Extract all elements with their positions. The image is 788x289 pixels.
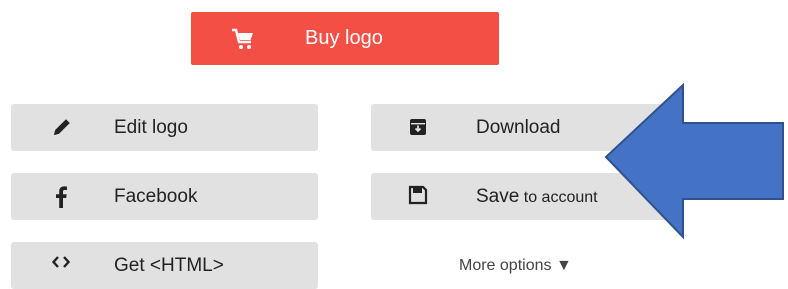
- save-label: Save to account: [476, 186, 598, 208]
- floppy-disk-icon: [408, 185, 428, 205]
- buy-logo-label: Buy logo: [305, 27, 383, 49]
- facebook-button[interactable]: Facebook: [11, 173, 318, 220]
- buy-logo-button[interactable]: Buy logo: [191, 12, 499, 65]
- download-label: Download: [476, 117, 561, 138]
- download-box-icon: [410, 119, 426, 135]
- save-label-suffix: to account: [519, 189, 598, 206]
- edit-logo-label: Edit logo: [114, 117, 188, 138]
- arrow-left-annotation: [604, 83, 784, 240]
- pencil-icon: [54, 119, 70, 135]
- cart-icon: [232, 28, 253, 49]
- facebook-label: Facebook: [114, 186, 198, 207]
- edit-logo-button[interactable]: Edit logo: [11, 104, 318, 151]
- code-icon: [52, 256, 70, 268]
- facebook-icon: [56, 186, 67, 208]
- get-html-label: Get <HTML>: [114, 255, 224, 276]
- more-options-link[interactable]: More options ▼: [459, 257, 572, 275]
- save-label-main: Save: [476, 186, 520, 207]
